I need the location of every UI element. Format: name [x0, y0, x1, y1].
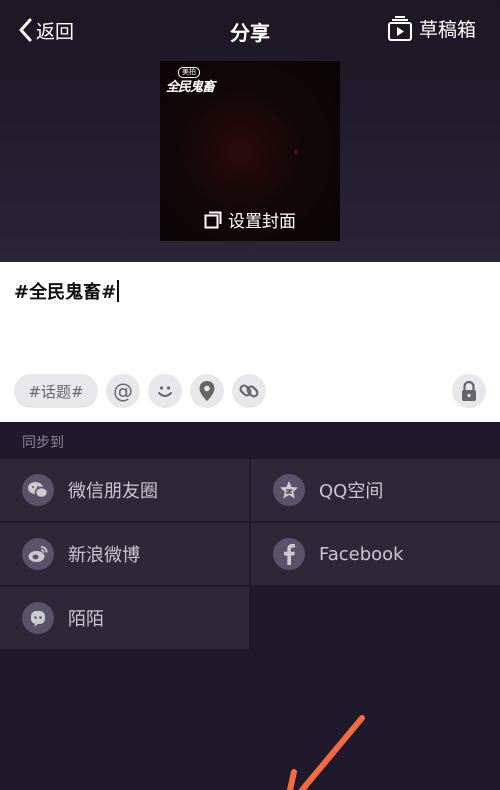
annotation-arrow	[287, 715, 365, 790]
